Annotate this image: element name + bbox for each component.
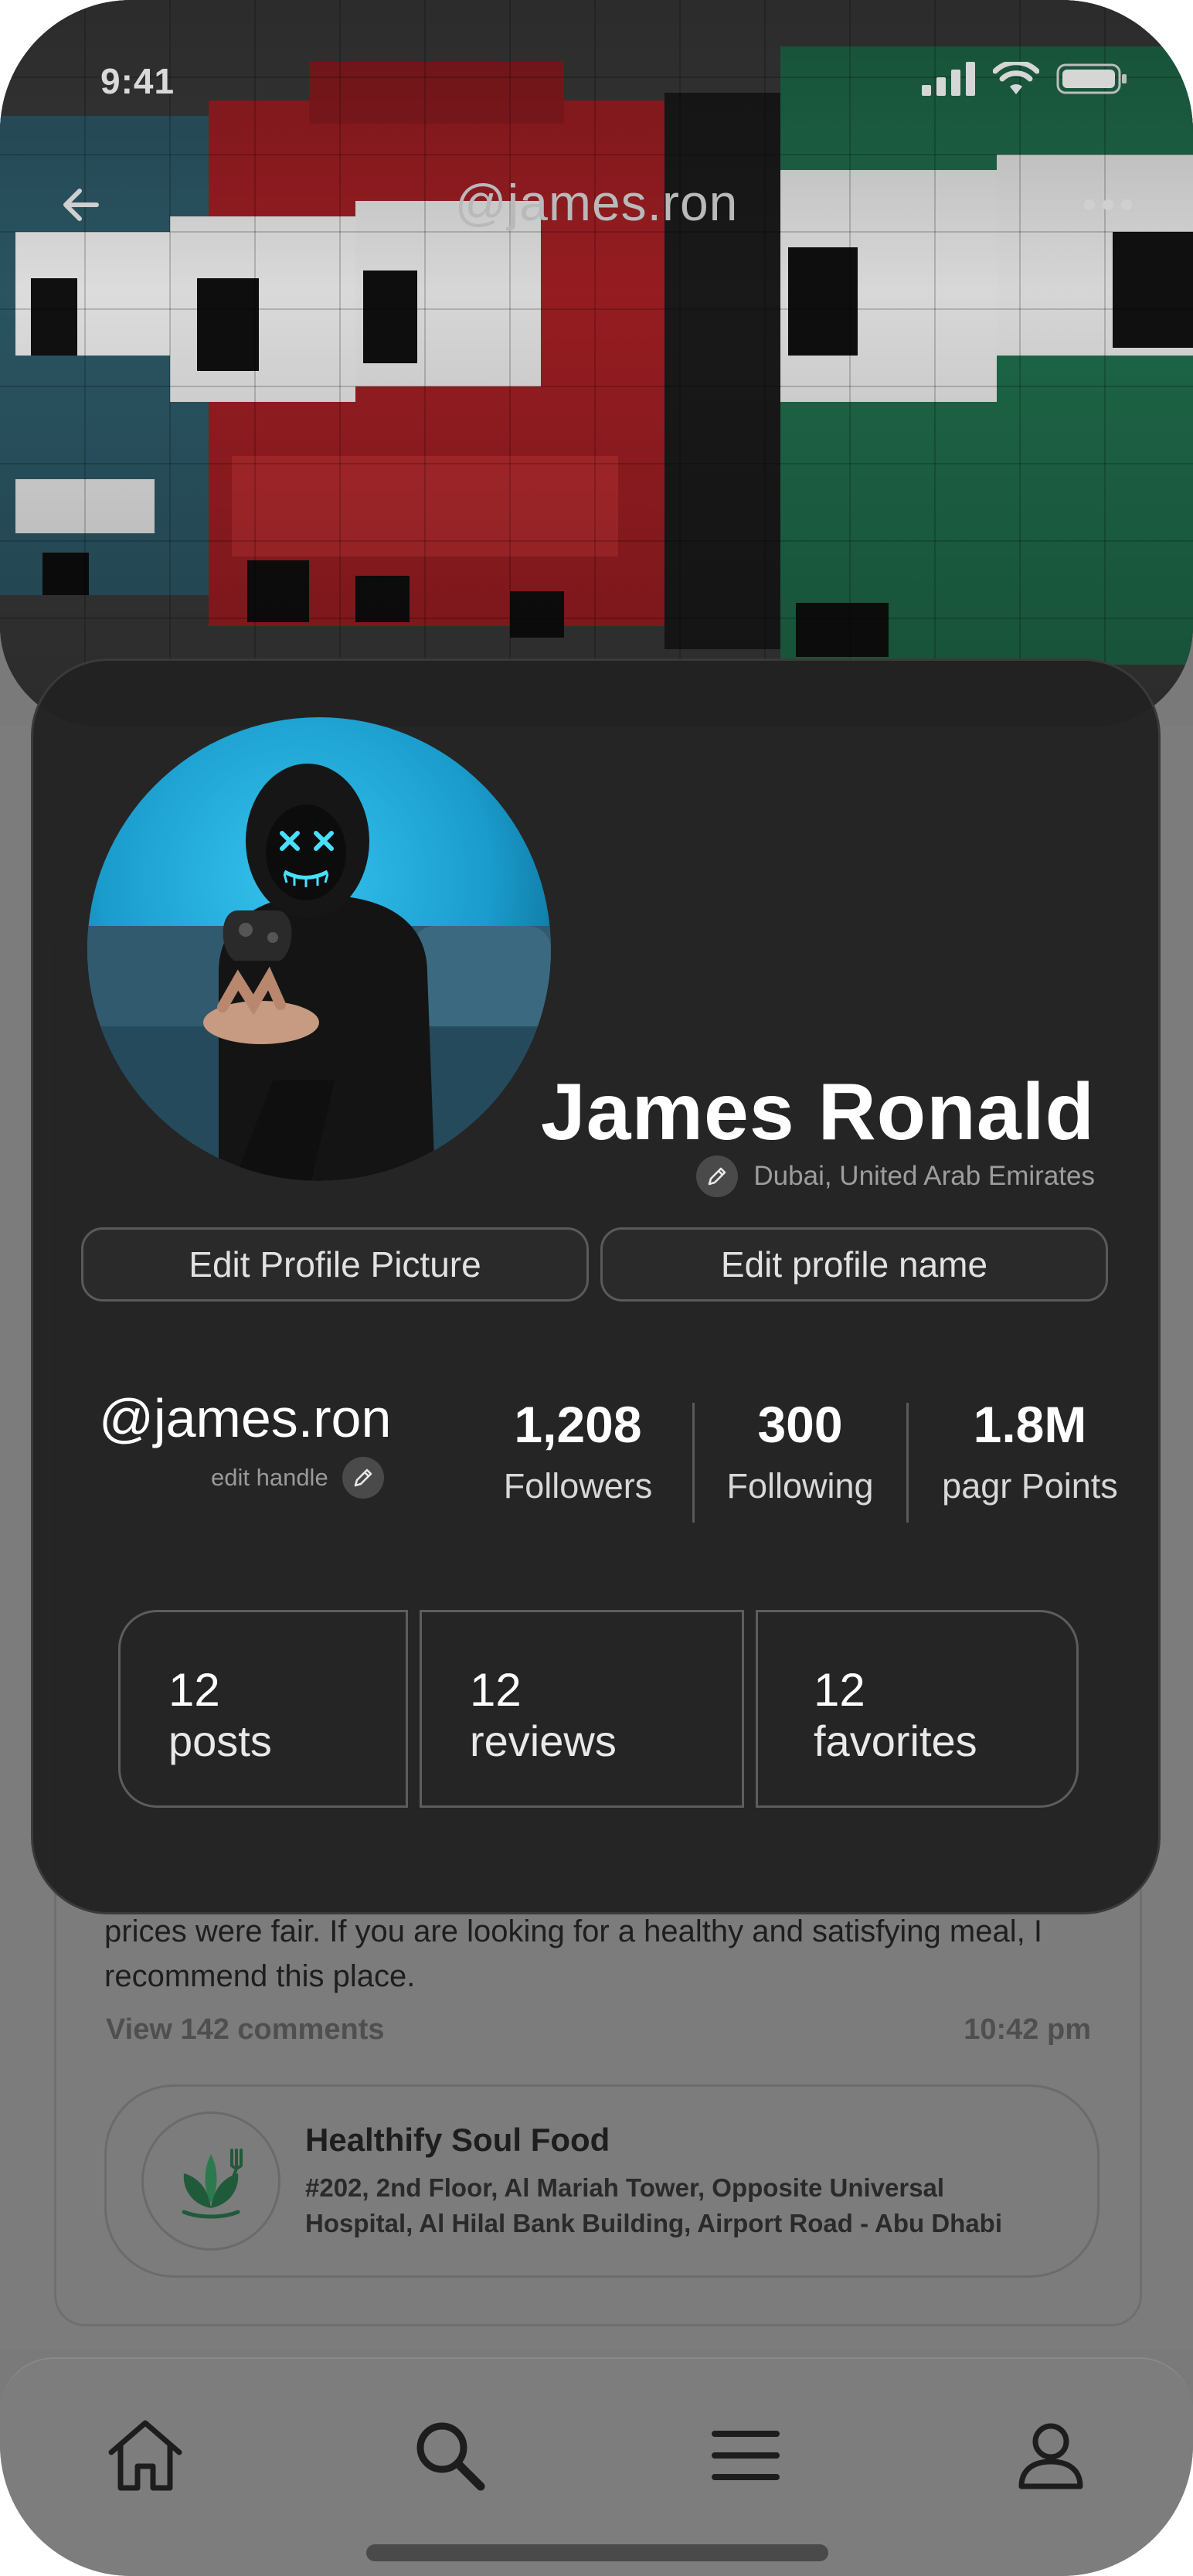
menu-icon (712, 2431, 780, 2480)
status-time: 9:41 (100, 61, 175, 101)
pencil-icon (709, 1167, 726, 1186)
edit-profile-picture-button[interactable]: Edit Profile Picture (81, 1227, 589, 1302)
leaf-utensils-icon (182, 2149, 243, 2219)
tab-search[interactable] (403, 2413, 496, 2498)
points-label: pagr Points (942, 1466, 1118, 1506)
followers-label: Followers (503, 1466, 653, 1506)
venue-card[interactable]: Healthify Soul Food #202, 2nd Floor, Al … (104, 2084, 1100, 2278)
bottom-tab-bar (0, 2357, 1193, 2576)
review-text: prices were fair. If you are looking for… (104, 1914, 1042, 1993)
reviews-tile[interactable]: 12 reviews (420, 1610, 744, 1808)
points-count: 1.8M (973, 1396, 1087, 1453)
edit-location-button[interactable] (696, 1155, 739, 1197)
home-icon (108, 2420, 182, 2491)
profile-card: James Ronald Dubai, United Arab Emirates… (31, 658, 1161, 1914)
venue-logo (141, 2112, 280, 2251)
cover-overlay (0, 0, 1193, 727)
home-indicator (366, 2544, 828, 2561)
following-count: 300 (757, 1396, 843, 1453)
reviews-label: reviews (470, 1717, 617, 1765)
tab-profile[interactable] (1004, 2413, 1097, 2498)
followers-count: 1,208 (514, 1396, 642, 1453)
signal-icon (922, 62, 975, 96)
status-icons (922, 62, 1127, 96)
more-options-button[interactable] (1069, 185, 1147, 224)
search-icon (416, 2422, 485, 2491)
posts-count: 12 (168, 1664, 220, 1716)
tab-home[interactable] (99, 2413, 192, 2498)
phone-screen: 9:41 @james.ron prices were fair. If you… (0, 0, 1193, 2576)
page-title: @james.ron (454, 174, 739, 231)
top-nav: @james.ron (0, 170, 1193, 240)
favorites-label: favorites (814, 1717, 977, 1765)
venue-address: #202, 2nd Floor, Al Mariah Tower, Opposi… (305, 2173, 1003, 2237)
edit-handle-label: edit handle (211, 1464, 328, 1491)
following-stat[interactable]: 300 Following (694, 1395, 906, 1506)
status-bar: 9:41 (0, 54, 1193, 108)
stat-divider (906, 1403, 909, 1523)
edit-handle-button[interactable] (342, 1457, 384, 1499)
avatar[interactable] (87, 717, 551, 1181)
following-label: Following (726, 1466, 874, 1506)
venue-name: Healthify Soul Food (305, 2122, 610, 2158)
posts-label: posts (168, 1717, 272, 1765)
tab-menu[interactable] (699, 2413, 792, 2498)
favorites-count: 12 (814, 1664, 865, 1716)
avatar-photo (87, 717, 551, 1181)
favorites-tile[interactable]: 12 favorites (756, 1610, 1079, 1808)
post-time: 10:42 pm (964, 2013, 1091, 2046)
profile-handle: @james.ron (99, 1388, 392, 1448)
edit-profile-name-button[interactable]: Edit profile name (600, 1227, 1108, 1302)
points-stat[interactable]: 1.8M pagr Points (910, 1395, 1150, 1506)
wifi-icon (993, 62, 1039, 94)
view-comments-link[interactable]: View 142 comments (106, 2013, 384, 2046)
location-text: Dubai, United Arab Emirates (753, 1161, 1095, 1191)
more-dots-icon (1084, 199, 1095, 210)
pencil-icon (354, 1468, 372, 1487)
profile-icon (1018, 2423, 1083, 2489)
profile-name: James Ronald (540, 1067, 1095, 1157)
cover-image: 9:41 @james.ron (0, 0, 1193, 727)
battery-icon (1056, 63, 1127, 94)
edit-handle-row[interactable]: edit handle (211, 1457, 384, 1499)
reviews-count: 12 (470, 1664, 522, 1716)
post-meta: View 142 comments 10:42 pm (106, 2013, 1091, 2052)
followers-stat[interactable]: 1,208 Followers (470, 1395, 686, 1506)
posts-tile[interactable]: 12 posts (118, 1610, 408, 1808)
location-row: Dubai, United Arab Emirates (696, 1155, 1095, 1197)
